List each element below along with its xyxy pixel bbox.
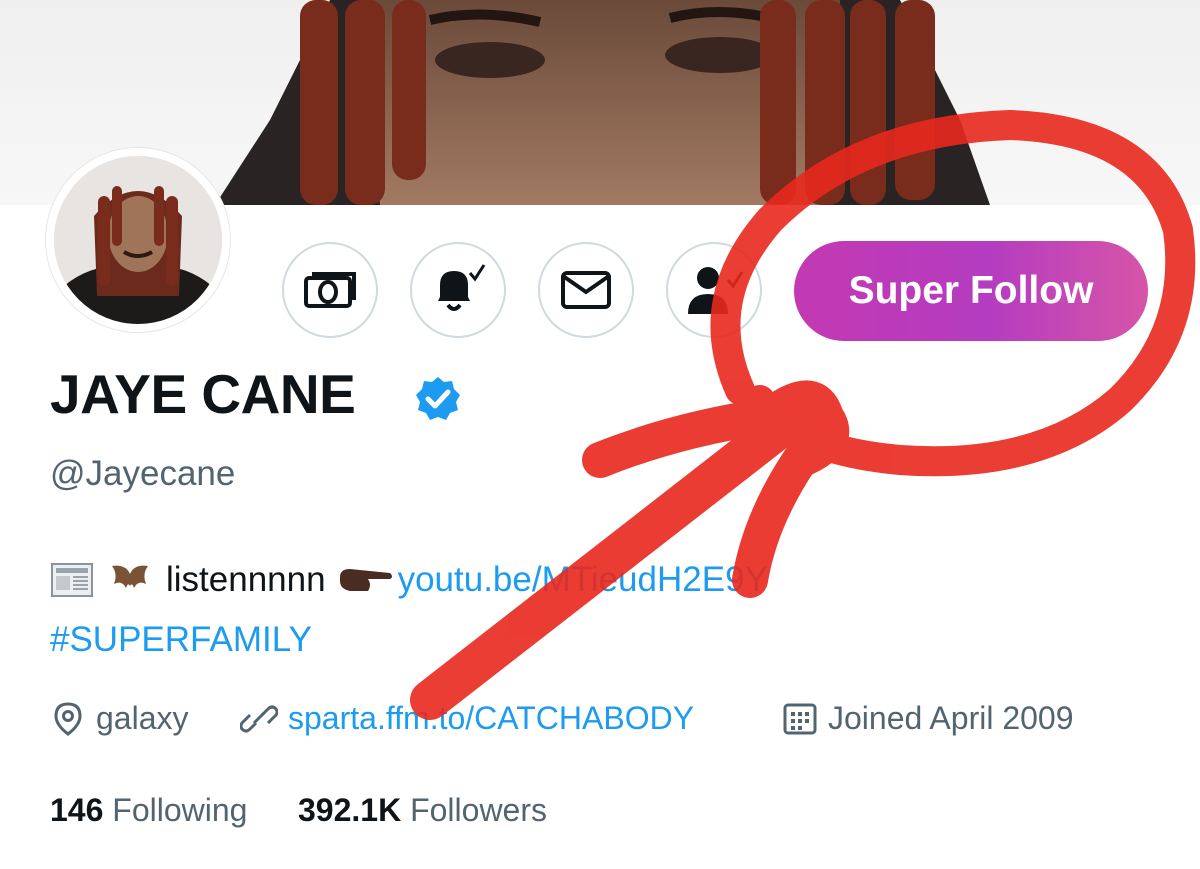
calendar-icon xyxy=(783,703,817,734)
following-count: 146 xyxy=(50,792,104,828)
following-stat[interactable]: 146 Following xyxy=(50,792,247,829)
bat-icon xyxy=(112,565,148,588)
username: @Jayecane xyxy=(50,454,236,493)
followers-stat[interactable]: 392.1K Followers xyxy=(298,792,547,829)
bio-hashtag[interactable]: #SUPERFAMILY xyxy=(50,620,312,660)
tip-button[interactable] xyxy=(282,242,378,338)
link-icon xyxy=(240,705,278,732)
join-date: Joined April 2009 xyxy=(782,700,1074,737)
avatar[interactable] xyxy=(46,148,230,332)
message-button[interactable] xyxy=(538,242,634,338)
followers-count: 392.1K xyxy=(298,792,402,828)
bell-check-icon xyxy=(438,264,486,311)
notifications-button[interactable] xyxy=(410,242,506,338)
display-name: JAYE CANE xyxy=(50,363,356,425)
follow-status-button[interactable] xyxy=(666,242,762,338)
followers-label: Followers xyxy=(410,792,547,828)
following-label: Following xyxy=(112,792,248,828)
verified-badge-icon xyxy=(416,377,460,420)
website-link[interactable]: sparta.ffm.to/CATCHABODY xyxy=(288,700,694,737)
bio-link[interactable]: youtu.be/MTieudH2E9Y xyxy=(398,560,768,600)
website[interactable]: sparta.ffm.to/CATCHABODY xyxy=(240,700,694,737)
money-icon xyxy=(304,272,356,308)
bio-text: listennnnn xyxy=(166,560,326,599)
person-check-icon xyxy=(688,267,744,314)
super-follow-button[interactable]: Super Follow xyxy=(794,241,1148,341)
mail-icon xyxy=(561,271,611,309)
pointing-hand-icon xyxy=(339,569,392,591)
location-pin-icon xyxy=(54,701,82,736)
newspaper-icon xyxy=(51,563,93,597)
join-date-text: Joined April 2009 xyxy=(828,700,1074,736)
avatar-photo xyxy=(54,156,222,324)
location: galaxy xyxy=(50,700,189,737)
bio: listennnnn youtu.be/MTieudH2E9Y xyxy=(50,560,768,600)
location-text: galaxy xyxy=(96,700,189,736)
